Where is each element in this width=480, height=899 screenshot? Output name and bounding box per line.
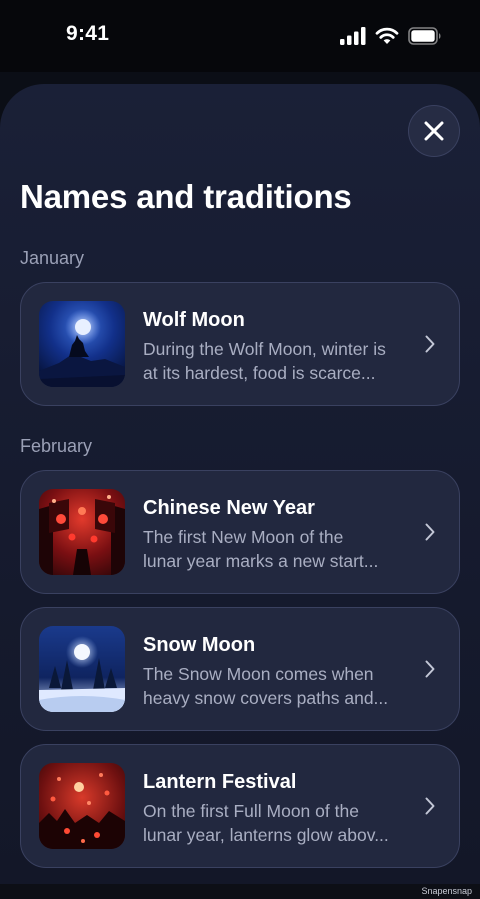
chevron-right-icon bbox=[425, 797, 435, 815]
card-title: Wolf Moon bbox=[143, 309, 245, 331]
card-title: Lantern Festival bbox=[143, 771, 297, 793]
status-bar: 9:41 bbox=[0, 0, 480, 72]
close-icon bbox=[424, 121, 444, 141]
description-line: heavy snow covers paths and... bbox=[143, 688, 389, 708]
chinese-new-year-image bbox=[39, 489, 125, 575]
card-description: During the Wolf Moon, winter is at its h… bbox=[143, 337, 413, 385]
close-button[interactable] bbox=[408, 105, 460, 157]
list-item-chinese-new-year[interactable]: Chinese New Year The first New Moon of t… bbox=[20, 470, 460, 594]
list-item-wolf-moon[interactable]: Wolf Moon During the Wolf Moon, winter i… bbox=[20, 282, 460, 406]
card-title: Chinese New Year bbox=[143, 497, 315, 519]
wifi-icon bbox=[375, 27, 399, 44]
list-item-lantern-festival[interactable]: Lantern Festival On the first Full Moon … bbox=[20, 744, 460, 868]
description-line: On the first Full Moon of the bbox=[143, 801, 359, 821]
description-line: The first New Moon of the bbox=[143, 527, 344, 547]
traditions-sheet: Names and traditions January Wolf Moon D… bbox=[0, 84, 480, 884]
status-time: 9:41 bbox=[66, 22, 110, 45]
chevron-right-icon bbox=[425, 660, 435, 678]
section-header-january: January bbox=[20, 248, 85, 268]
card-description: The Snow Moon comes when heavy snow cove… bbox=[143, 662, 413, 710]
description-line: The Snow Moon comes when bbox=[143, 664, 374, 684]
wolf-moon-image bbox=[39, 301, 125, 387]
battery-icon bbox=[408, 27, 441, 45]
list-item-snow-moon[interactable]: Snow Moon The Snow Moon comes when heavy… bbox=[20, 607, 460, 731]
watermark: Snapensnap bbox=[421, 886, 472, 896]
card-title: Snow Moon bbox=[143, 634, 256, 656]
description-line: lunar year, lanterns glow abov... bbox=[143, 825, 389, 845]
description-line: at its hardest, food is scarce... bbox=[143, 363, 376, 383]
lantern-festival-image bbox=[39, 763, 125, 849]
section-header-february: February bbox=[20, 436, 93, 456]
chevron-right-icon bbox=[425, 523, 435, 541]
page-title: Names and traditions bbox=[20, 178, 352, 215]
card-description: The first New Moon of the lunar year mar… bbox=[143, 525, 413, 573]
description-line: During the Wolf Moon, winter is bbox=[143, 339, 386, 359]
snow-moon-image bbox=[39, 626, 125, 712]
card-description: On the first Full Moon of the lunar year… bbox=[143, 799, 413, 847]
status-icons bbox=[340, 24, 442, 48]
description-line: lunar year marks a new start... bbox=[143, 551, 379, 571]
cellular-signal-icon bbox=[340, 27, 366, 45]
chevron-right-icon bbox=[425, 335, 435, 353]
bottom-strip bbox=[0, 884, 480, 899]
